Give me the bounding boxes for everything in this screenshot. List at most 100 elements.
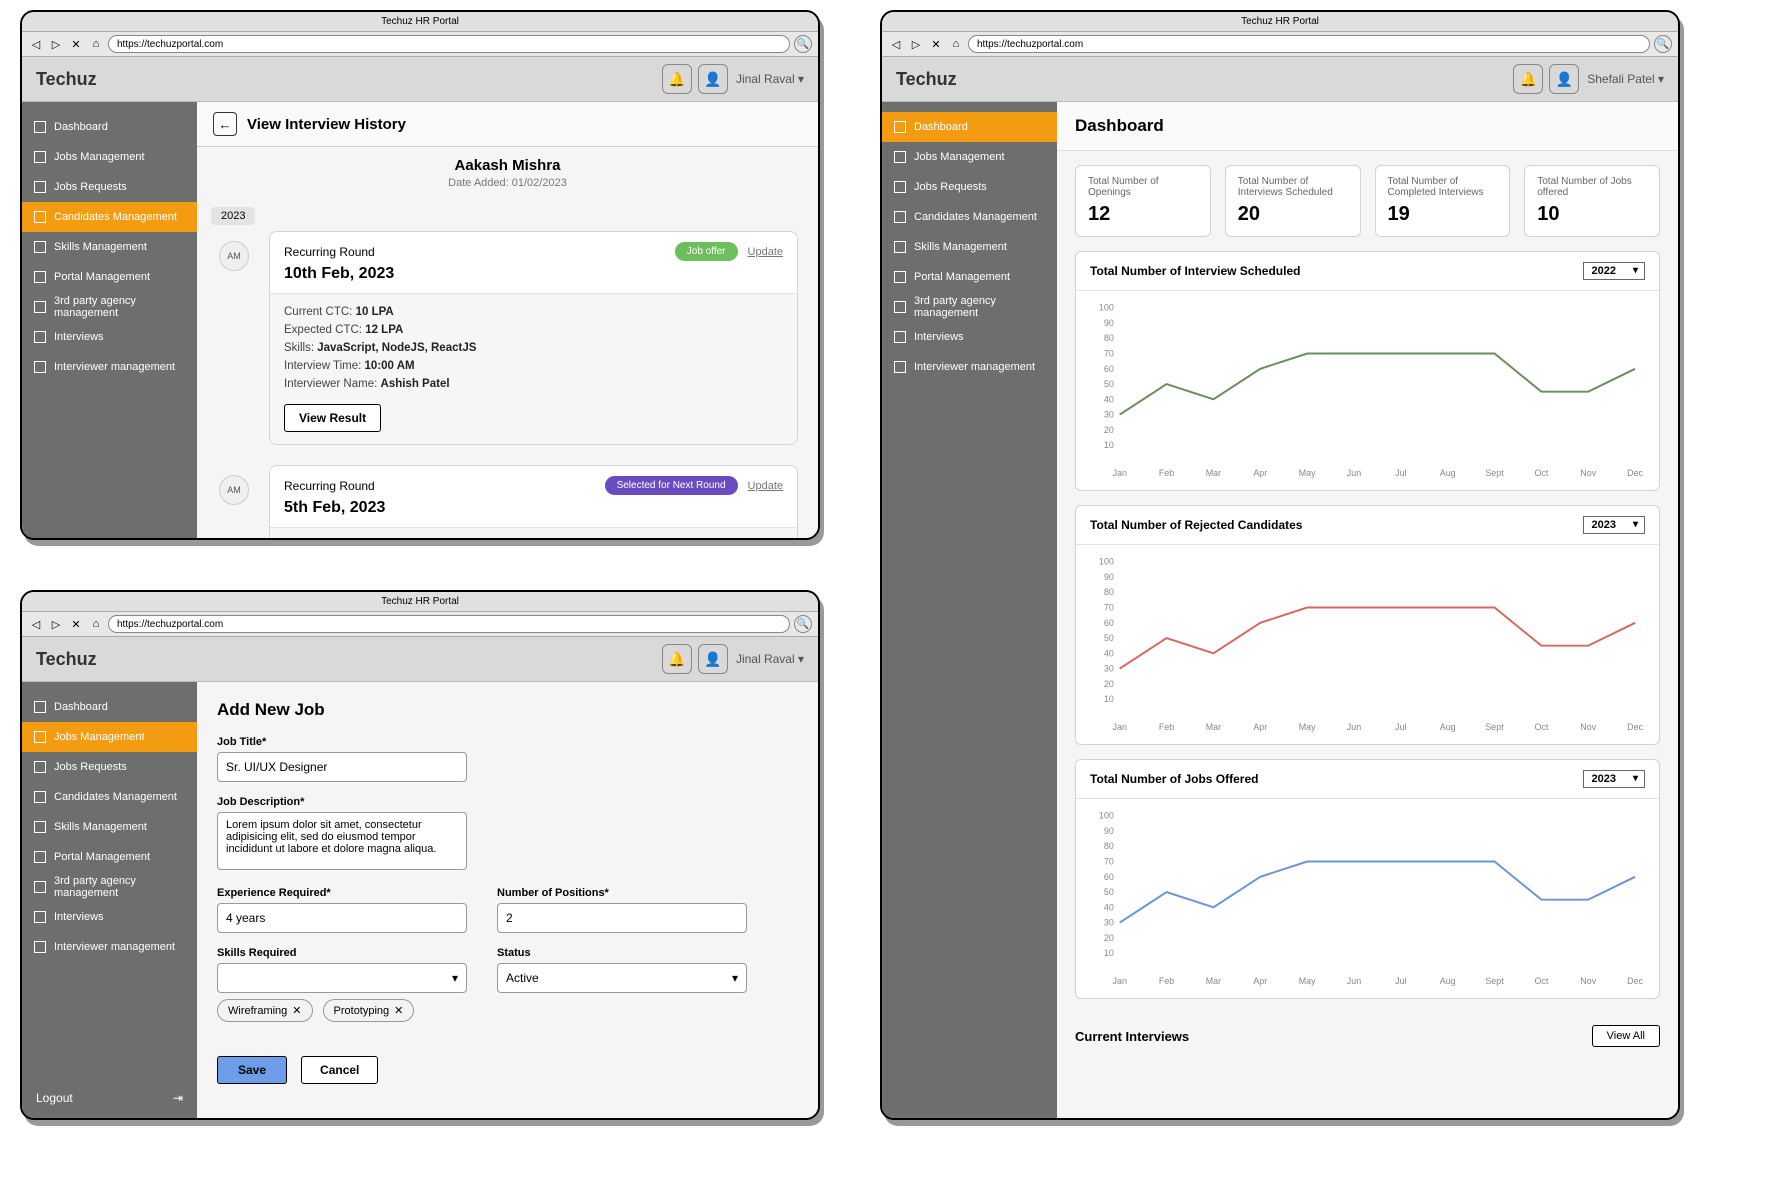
url-input[interactable]: [108, 615, 790, 633]
sidebar-item-jobs-management[interactable]: Jobs Management: [22, 142, 197, 172]
sidebar-item-label: Jobs Management: [54, 151, 145, 163]
positions-input[interactable]: [497, 903, 747, 933]
bell-icon[interactable]: 🔔: [1513, 64, 1543, 94]
logout-icon[interactable]: ⇥: [173, 1091, 183, 1105]
back-icon[interactable]: ◁: [888, 36, 904, 52]
sidebar-item-skills-management[interactable]: Skills Management: [882, 232, 1057, 262]
user-icon[interactable]: 👤: [1549, 64, 1579, 94]
forward-icon[interactable]: ▷: [48, 616, 64, 632]
sidebar-item-jobs-requests[interactable]: Jobs Requests: [882, 172, 1057, 202]
sidebar-item-interviewer-management[interactable]: Interviewer management: [22, 352, 197, 382]
skills-select[interactable]: ▾: [217, 963, 467, 993]
sidebar-item-jobs-management[interactable]: Jobs Management: [882, 142, 1057, 172]
url-input[interactable]: [968, 35, 1650, 53]
experience-input[interactable]: [217, 903, 467, 933]
home-icon[interactable]: ⌂: [88, 36, 104, 52]
update-link[interactable]: Update: [748, 480, 783, 492]
search-icon[interactable]: 🔍: [794, 615, 812, 633]
close-icon[interactable]: ✕: [68, 616, 84, 632]
search-icon[interactable]: 🔍: [794, 35, 812, 53]
sidebar-item-candidates-management[interactable]: Candidates Management: [22, 202, 197, 232]
user-menu[interactable]: Jinal Raval ▾: [736, 652, 804, 666]
sidebar-item-skills-management[interactable]: Skills Management: [22, 232, 197, 262]
sidebar-item-candidates-management[interactable]: Candidates Management: [22, 782, 197, 812]
cancel-button[interactable]: Cancel: [301, 1056, 378, 1084]
year-select[interactable]: 2023: [1583, 516, 1645, 534]
year-select[interactable]: 2023: [1583, 770, 1645, 788]
back-icon[interactable]: ◁: [28, 36, 44, 52]
svg-text:90: 90: [1104, 318, 1114, 328]
remove-icon[interactable]: ✕: [292, 1004, 301, 1017]
sidebar-item-portal-management[interactable]: Portal Management: [22, 842, 197, 872]
back-button[interactable]: ←: [213, 112, 237, 136]
info-time: Interview Time: 10:00 AM: [284, 360, 783, 372]
line-chart: 102030405060708090100JanFebMarAprMayJunJ…: [1090, 555, 1645, 735]
checkbox-icon: [34, 701, 46, 713]
timeline-marker: AM: [219, 475, 249, 505]
sidebar-item-skills-management[interactable]: Skills Management: [22, 812, 197, 842]
remove-icon[interactable]: ✕: [394, 1004, 403, 1017]
checkbox-icon: [34, 821, 46, 833]
user-menu[interactable]: Shefali Patel ▾: [1587, 72, 1664, 86]
sidebar-item-jobs-requests[interactable]: Jobs Requests: [22, 752, 197, 782]
sidebar-item-label: Portal Management: [54, 851, 150, 863]
sidebar-item-portal-management[interactable]: Portal Management: [22, 262, 197, 292]
title-bar: Techuz HR Portal: [22, 12, 818, 32]
sidebar-item-3rd-party-agency-management[interactable]: 3rd party agency management: [22, 872, 197, 902]
svg-text:Mar: Mar: [1206, 468, 1221, 478]
close-icon[interactable]: ✕: [928, 36, 944, 52]
window-interview-history: Techuz HR Portal ◁ ▷ ✕ ⌂ 🔍 Techuz 🔔 👤 Ji…: [20, 10, 820, 540]
sidebar-item-dashboard[interactable]: Dashboard: [22, 112, 197, 142]
bell-icon[interactable]: 🔔: [662, 644, 692, 674]
checkbox-icon: [894, 211, 906, 223]
sidebar-item-label: Skills Management: [54, 821, 147, 833]
svg-text:Aug: Aug: [1440, 722, 1456, 732]
chart-section: Total Number of Rejected Candidates20231…: [1075, 505, 1660, 745]
job-title-input[interactable]: [217, 752, 467, 782]
sidebar-item-3rd-party-agency-management[interactable]: 3rd party agency management: [22, 292, 197, 322]
job-description-input[interactable]: [217, 812, 467, 870]
round-title: Recurring Round: [284, 479, 375, 493]
sidebar-item-3rd-party-agency-management[interactable]: 3rd party agency management: [882, 292, 1057, 322]
sidebar-item-dashboard[interactable]: Dashboard: [882, 112, 1057, 142]
view-result-button[interactable]: View Result: [284, 404, 381, 432]
sidebar-item-jobs-requests[interactable]: Jobs Requests: [22, 172, 197, 202]
svg-text:May: May: [1299, 722, 1316, 732]
update-link[interactable]: Update: [748, 246, 783, 258]
bell-icon[interactable]: 🔔: [662, 64, 692, 94]
sidebar-item-jobs-management[interactable]: Jobs Management: [22, 722, 197, 752]
svg-text:Nov: Nov: [1580, 468, 1596, 478]
search-icon[interactable]: 🔍: [1654, 35, 1672, 53]
url-input[interactable]: [108, 35, 790, 53]
sidebar-item-interviews[interactable]: Interviews: [22, 902, 197, 932]
sidebar-item-interviews[interactable]: Interviews: [882, 322, 1057, 352]
home-icon[interactable]: ⌂: [948, 36, 964, 52]
status-select[interactable]: Active▾: [497, 963, 747, 993]
sidebar-item-dashboard[interactable]: Dashboard: [22, 692, 197, 722]
skill-tag[interactable]: Wireframing✕: [217, 999, 313, 1022]
home-icon[interactable]: ⌂: [88, 616, 104, 632]
user-icon[interactable]: 👤: [698, 64, 728, 94]
svg-text:90: 90: [1104, 572, 1114, 582]
year-select[interactable]: 2022: [1583, 262, 1645, 280]
view-all-button[interactable]: View All: [1592, 1025, 1660, 1047]
brand-logo: Techuz: [36, 69, 656, 90]
user-icon[interactable]: 👤: [698, 644, 728, 674]
sidebar-item-candidates-management[interactable]: Candidates Management: [882, 202, 1057, 232]
forward-icon[interactable]: ▷: [48, 36, 64, 52]
sidebar-item-portal-management[interactable]: Portal Management: [882, 262, 1057, 292]
sidebar-item-label: Interviews: [54, 911, 104, 923]
skill-tag[interactable]: Prototyping✕: [323, 999, 415, 1022]
sidebar-item-interviewer-management[interactable]: Interviewer management: [22, 932, 197, 962]
year-chip: 2023: [211, 207, 255, 225]
label-skills: Skills Required: [217, 947, 467, 959]
sidebar-item-interviews[interactable]: Interviews: [22, 322, 197, 352]
close-icon[interactable]: ✕: [68, 36, 84, 52]
forward-icon[interactable]: ▷: [908, 36, 924, 52]
save-button[interactable]: Save: [217, 1056, 287, 1084]
sidebar-item-label: Interviews: [914, 331, 964, 343]
user-menu[interactable]: Jinal Raval ▾: [736, 72, 804, 86]
sidebar-item-interviewer-management[interactable]: Interviewer management: [882, 352, 1057, 382]
logout-link[interactable]: Logout: [36, 1091, 73, 1105]
back-icon[interactable]: ◁: [28, 616, 44, 632]
